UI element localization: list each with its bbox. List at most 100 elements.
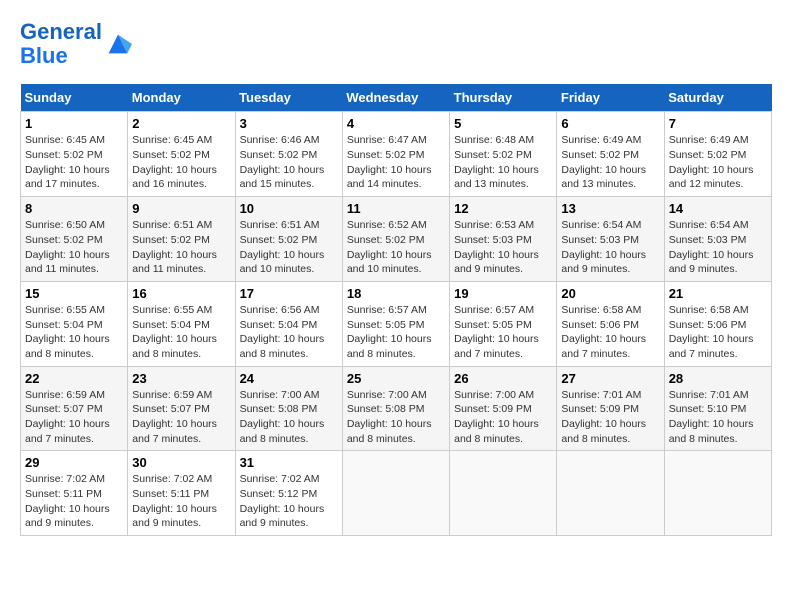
calendar-cell: 28 Sunrise: 7:01 AM Sunset: 5:10 PM Dayl… xyxy=(664,366,771,451)
calendar-cell: 8 Sunrise: 6:50 AM Sunset: 5:02 PM Dayli… xyxy=(21,197,128,282)
day-info: Sunrise: 7:00 AM Sunset: 5:08 PM Dayligh… xyxy=(240,388,338,447)
day-info: Sunrise: 6:46 AM Sunset: 5:02 PM Dayligh… xyxy=(240,133,338,192)
day-info: Sunrise: 6:58 AM Sunset: 5:06 PM Dayligh… xyxy=(561,303,659,362)
day-number: 5 xyxy=(454,116,552,131)
day-number: 30 xyxy=(132,455,230,470)
day-info: Sunrise: 7:02 AM Sunset: 5:11 PM Dayligh… xyxy=(132,472,230,531)
day-number: 9 xyxy=(132,201,230,216)
day-info: Sunrise: 6:51 AM Sunset: 5:02 PM Dayligh… xyxy=(240,218,338,277)
day-info: Sunrise: 7:00 AM Sunset: 5:08 PM Dayligh… xyxy=(347,388,445,447)
day-info: Sunrise: 6:57 AM Sunset: 5:05 PM Dayligh… xyxy=(347,303,445,362)
calendar-cell: 22 Sunrise: 6:59 AM Sunset: 5:07 PM Dayl… xyxy=(21,366,128,451)
day-number: 31 xyxy=(240,455,338,470)
day-number: 10 xyxy=(240,201,338,216)
day-info: Sunrise: 6:59 AM Sunset: 5:07 PM Dayligh… xyxy=(25,388,123,447)
week-row-3: 15 Sunrise: 6:55 AM Sunset: 5:04 PM Dayl… xyxy=(21,281,772,366)
calendar-cell: 19 Sunrise: 6:57 AM Sunset: 5:05 PM Dayl… xyxy=(450,281,557,366)
logo: General Blue xyxy=(20,20,132,68)
day-number: 1 xyxy=(25,116,123,131)
calendar-cell: 2 Sunrise: 6:45 AM Sunset: 5:02 PM Dayli… xyxy=(128,112,235,197)
day-info: Sunrise: 6:45 AM Sunset: 5:02 PM Dayligh… xyxy=(25,133,123,192)
calendar-cell: 16 Sunrise: 6:55 AM Sunset: 5:04 PM Dayl… xyxy=(128,281,235,366)
day-info: Sunrise: 6:49 AM Sunset: 5:02 PM Dayligh… xyxy=(669,133,767,192)
day-number: 14 xyxy=(669,201,767,216)
day-info: Sunrise: 6:56 AM Sunset: 5:04 PM Dayligh… xyxy=(240,303,338,362)
day-info: Sunrise: 7:01 AM Sunset: 5:09 PM Dayligh… xyxy=(561,388,659,447)
calendar-cell: 13 Sunrise: 6:54 AM Sunset: 5:03 PM Dayl… xyxy=(557,197,664,282)
day-info: Sunrise: 7:02 AM Sunset: 5:11 PM Dayligh… xyxy=(25,472,123,531)
day-number: 20 xyxy=(561,286,659,301)
calendar-cell: 1 Sunrise: 6:45 AM Sunset: 5:02 PM Dayli… xyxy=(21,112,128,197)
calendar-cell: 26 Sunrise: 7:00 AM Sunset: 5:09 PM Dayl… xyxy=(450,366,557,451)
day-info: Sunrise: 6:54 AM Sunset: 5:03 PM Dayligh… xyxy=(669,218,767,277)
day-info: Sunrise: 6:52 AM Sunset: 5:02 PM Dayligh… xyxy=(347,218,445,277)
day-info: Sunrise: 6:59 AM Sunset: 5:07 PM Dayligh… xyxy=(132,388,230,447)
day-number: 4 xyxy=(347,116,445,131)
day-info: Sunrise: 6:48 AM Sunset: 5:02 PM Dayligh… xyxy=(454,133,552,192)
calendar-cell: 6 Sunrise: 6:49 AM Sunset: 5:02 PM Dayli… xyxy=(557,112,664,197)
calendar-cell: 11 Sunrise: 6:52 AM Sunset: 5:02 PM Dayl… xyxy=(342,197,449,282)
week-row-5: 29 Sunrise: 7:02 AM Sunset: 5:11 PM Dayl… xyxy=(21,451,772,536)
calendar-cell: 10 Sunrise: 6:51 AM Sunset: 5:02 PM Dayl… xyxy=(235,197,342,282)
calendar-cell: 30 Sunrise: 7:02 AM Sunset: 5:11 PM Dayl… xyxy=(128,451,235,536)
calendar-cell: 18 Sunrise: 6:57 AM Sunset: 5:05 PM Dayl… xyxy=(342,281,449,366)
week-row-4: 22 Sunrise: 6:59 AM Sunset: 5:07 PM Dayl… xyxy=(21,366,772,451)
day-number: 27 xyxy=(561,371,659,386)
day-info: Sunrise: 6:54 AM Sunset: 5:03 PM Dayligh… xyxy=(561,218,659,277)
calendar-table: SundayMondayTuesdayWednesdayThursdayFrid… xyxy=(20,84,772,536)
calendar-cell: 23 Sunrise: 6:59 AM Sunset: 5:07 PM Dayl… xyxy=(128,366,235,451)
page-header: General Blue xyxy=(20,20,772,68)
day-number: 16 xyxy=(132,286,230,301)
day-number: 28 xyxy=(669,371,767,386)
calendar-cell: 9 Sunrise: 6:51 AM Sunset: 5:02 PM Dayli… xyxy=(128,197,235,282)
day-info: Sunrise: 7:00 AM Sunset: 5:09 PM Dayligh… xyxy=(454,388,552,447)
calendar-cell xyxy=(450,451,557,536)
calendar-cell: 3 Sunrise: 6:46 AM Sunset: 5:02 PM Dayli… xyxy=(235,112,342,197)
day-number: 8 xyxy=(25,201,123,216)
day-number: 15 xyxy=(25,286,123,301)
day-number: 12 xyxy=(454,201,552,216)
day-number: 23 xyxy=(132,371,230,386)
calendar-cell: 4 Sunrise: 6:47 AM Sunset: 5:02 PM Dayli… xyxy=(342,112,449,197)
day-number: 29 xyxy=(25,455,123,470)
calendar-cell: 5 Sunrise: 6:48 AM Sunset: 5:02 PM Dayli… xyxy=(450,112,557,197)
calendar-cell: 12 Sunrise: 6:53 AM Sunset: 5:03 PM Dayl… xyxy=(450,197,557,282)
day-number: 6 xyxy=(561,116,659,131)
day-number: 18 xyxy=(347,286,445,301)
calendar-cell: 15 Sunrise: 6:55 AM Sunset: 5:04 PM Dayl… xyxy=(21,281,128,366)
logo-text: General Blue xyxy=(20,20,102,68)
day-info: Sunrise: 6:50 AM Sunset: 5:02 PM Dayligh… xyxy=(25,218,123,277)
calendar-cell xyxy=(342,451,449,536)
day-number: 2 xyxy=(132,116,230,131)
day-info: Sunrise: 7:01 AM Sunset: 5:10 PM Dayligh… xyxy=(669,388,767,447)
day-number: 7 xyxy=(669,116,767,131)
col-header-tuesday: Tuesday xyxy=(235,84,342,112)
day-number: 19 xyxy=(454,286,552,301)
col-header-monday: Monday xyxy=(128,84,235,112)
day-info: Sunrise: 6:49 AM Sunset: 5:02 PM Dayligh… xyxy=(561,133,659,192)
col-header-friday: Friday xyxy=(557,84,664,112)
calendar-cell: 20 Sunrise: 6:58 AM Sunset: 5:06 PM Dayl… xyxy=(557,281,664,366)
col-header-sunday: Sunday xyxy=(21,84,128,112)
day-info: Sunrise: 6:55 AM Sunset: 5:04 PM Dayligh… xyxy=(132,303,230,362)
col-header-saturday: Saturday xyxy=(664,84,771,112)
day-number: 11 xyxy=(347,201,445,216)
day-number: 13 xyxy=(561,201,659,216)
day-info: Sunrise: 6:47 AM Sunset: 5:02 PM Dayligh… xyxy=(347,133,445,192)
day-info: Sunrise: 6:51 AM Sunset: 5:02 PM Dayligh… xyxy=(132,218,230,277)
col-header-wednesday: Wednesday xyxy=(342,84,449,112)
calendar-cell: 21 Sunrise: 6:58 AM Sunset: 5:06 PM Dayl… xyxy=(664,281,771,366)
day-info: Sunrise: 6:55 AM Sunset: 5:04 PM Dayligh… xyxy=(25,303,123,362)
calendar-cell xyxy=(664,451,771,536)
day-number: 22 xyxy=(25,371,123,386)
day-number: 24 xyxy=(240,371,338,386)
day-number: 21 xyxy=(669,286,767,301)
day-info: Sunrise: 6:57 AM Sunset: 5:05 PM Dayligh… xyxy=(454,303,552,362)
calendar-cell: 24 Sunrise: 7:00 AM Sunset: 5:08 PM Dayl… xyxy=(235,366,342,451)
week-row-1: 1 Sunrise: 6:45 AM Sunset: 5:02 PM Dayli… xyxy=(21,112,772,197)
day-number: 26 xyxy=(454,371,552,386)
calendar-cell: 27 Sunrise: 7:01 AM Sunset: 5:09 PM Dayl… xyxy=(557,366,664,451)
day-info: Sunrise: 7:02 AM Sunset: 5:12 PM Dayligh… xyxy=(240,472,338,531)
day-info: Sunrise: 6:45 AM Sunset: 5:02 PM Dayligh… xyxy=(132,133,230,192)
day-info: Sunrise: 6:53 AM Sunset: 5:03 PM Dayligh… xyxy=(454,218,552,277)
